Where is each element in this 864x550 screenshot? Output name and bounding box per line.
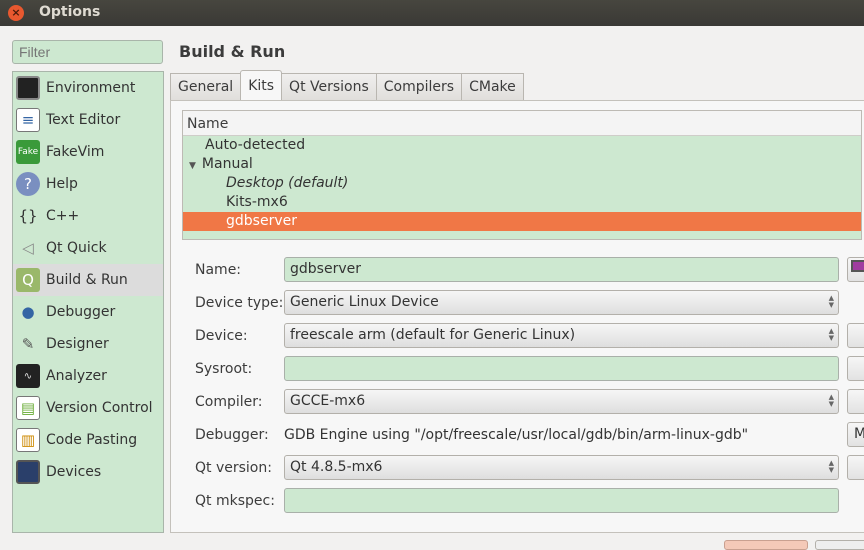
tab-compilers[interactable]: Compilers	[375, 73, 463, 100]
sidebar-item-version-control[interactable]: ▤ Version Control	[13, 392, 163, 424]
tree-item-manual[interactable]: ▼ Manual	[183, 155, 861, 174]
tree-item-kits-mx6[interactable]: Kits-mx6	[183, 193, 861, 212]
device-type-select[interactable]: Generic Linux Device ▲ ▼	[284, 290, 839, 315]
compiler-select[interactable]: GCCE-mx6 ▲ ▼	[284, 389, 839, 414]
name-label: Name:	[195, 262, 242, 278]
sysroot-browse-button[interactable]	[847, 356, 864, 381]
tree-item-auto-detected[interactable]: Auto-detected	[183, 136, 861, 155]
column-header-name[interactable]: Name	[183, 111, 861, 136]
qt-quick-icon: ◁	[22, 239, 34, 257]
sidebar-item-label: Analyzer	[46, 368, 107, 384]
devices-icon	[16, 460, 40, 484]
qt-mkspec-label: Qt mkspec:	[195, 493, 275, 509]
fakevim-icon: Fake	[16, 140, 40, 164]
sidebar-item-label: Build & Run	[46, 272, 128, 288]
compiler-value: GCCE-mx6	[290, 393, 366, 409]
qt-mkspec-input[interactable]	[284, 488, 839, 513]
device-manage-button[interactable]	[847, 323, 864, 348]
sidebar-item-qt-quick[interactable]: ◁ Qt Quick	[13, 232, 163, 264]
sidebar-item-devices[interactable]: Devices	[13, 456, 163, 488]
expand-arrow-icon[interactable]: ▼	[189, 161, 196, 171]
sidebar-item-text-editor[interactable]: ≡ Text Editor	[13, 104, 163, 136]
analyzer-icon: ∿	[16, 364, 40, 388]
sidebar-item-debugger[interactable]: ● Debugger	[13, 296, 163, 328]
sidebar-item-label: Text Editor	[46, 112, 121, 128]
designer-icon: ✎	[21, 335, 35, 353]
sidebar-item-label: Devices	[46, 464, 102, 480]
monitor-icon	[851, 260, 864, 272]
close-icon[interactable]: ×	[8, 5, 24, 21]
debugger-label: Debugger:	[195, 427, 269, 443]
sidebar-item-cpp[interactable]: {} C++	[13, 200, 163, 232]
device-value: freescale arm (default for Generic Linux…	[290, 327, 576, 343]
qt-version-label: Qt version:	[195, 460, 272, 476]
sidebar: Environment ≡ Text Editor Fake FakeVim ? He…	[12, 71, 164, 533]
tab-qt-versions[interactable]: Qt Versions	[281, 73, 377, 100]
help-icon: ?	[16, 172, 40, 196]
tree-item-desktop[interactable]: Desktop (default)	[183, 174, 861, 193]
code-pasting-icon: ▥	[16, 428, 40, 452]
tree-item-label: Manual	[201, 156, 253, 172]
sidebar-item-label: Help	[46, 176, 78, 192]
spinner-arrows-icon: ▲ ▼	[828, 294, 834, 309]
sidebar-item-designer[interactable]: ✎ Designer	[13, 328, 163, 360]
debugger-manage-button[interactable]: M	[847, 422, 864, 447]
sidebar-item-code-pasting[interactable]: ▥ Code Pasting	[13, 424, 163, 456]
sidebar-item-label: Version Control	[46, 400, 153, 416]
sysroot-input[interactable]	[284, 356, 839, 381]
sidebar-item-label: Debugger	[46, 304, 116, 320]
sidebar-item-label: Designer	[46, 336, 109, 352]
device-icon-button[interactable]	[847, 257, 864, 282]
window-title: Options	[39, 4, 101, 20]
tab-general[interactable]: General	[170, 73, 242, 100]
sidebar-item-help[interactable]: ? Help	[13, 168, 163, 200]
sidebar-item-analyzer[interactable]: ∿ Analyzer	[13, 360, 163, 392]
text-editor-icon: ≡	[16, 108, 40, 132]
title-bar: × Options	[0, 0, 864, 26]
qt-version-manage-button[interactable]	[847, 455, 864, 480]
sidebar-item-label: Qt Quick	[46, 240, 107, 256]
sidebar-item-label: C++	[46, 208, 80, 224]
compiler-manage-button[interactable]	[847, 389, 864, 414]
tab-kits[interactable]: Kits	[240, 70, 283, 100]
debugger-icon: ●	[21, 303, 35, 321]
page-title: Build & Run	[179, 42, 286, 61]
tab-bar: General Kits Qt Versions Compilers CMake	[170, 70, 524, 100]
monitor-icon	[16, 76, 40, 100]
sidebar-item-label: Environment	[46, 80, 136, 96]
debugger-value: GDB Engine using "/opt/freescale/usr/loc…	[284, 427, 749, 443]
sidebar-item-build-run[interactable]: Q Build & Run	[13, 264, 163, 296]
spinner-arrows-icon: ▲ ▼	[828, 327, 834, 342]
device-type-value: Generic Linux Device	[290, 294, 439, 310]
device-label: Device:	[195, 328, 248, 344]
qt-version-value: Qt 4.8.5-mx6	[290, 459, 383, 475]
device-select[interactable]: freescale arm (default for Generic Linux…	[284, 323, 839, 348]
sidebar-item-label: Code Pasting	[46, 432, 138, 448]
sidebar-item-fakevim[interactable]: Fake FakeVim	[13, 136, 163, 168]
name-input[interactable]: gdbserver	[284, 257, 839, 282]
sysroot-label: Sysroot:	[195, 361, 253, 377]
filter-input[interactable]	[12, 40, 163, 64]
sidebar-item-label: FakeVim	[46, 144, 105, 160]
device-type-label: Device type:	[195, 295, 284, 311]
build-run-icon: Q	[16, 268, 40, 292]
compiler-label: Compiler:	[195, 394, 263, 410]
sidebar-item-environment[interactable]: Environment	[13, 72, 163, 104]
braces-icon: {}	[18, 207, 38, 225]
spinner-arrows-icon: ▲ ▼	[828, 393, 834, 408]
qt-version-select[interactable]: Qt 4.8.5-mx6 ▲ ▼	[284, 455, 839, 480]
tree-item-gdbserver[interactable]: gdbserver	[183, 212, 861, 231]
tab-cmake[interactable]: CMake	[461, 73, 524, 100]
kits-tree: Name Auto-detected ▼ Manual Desktop (defa…	[182, 110, 862, 240]
spinner-arrows-icon: ▲ ▼	[828, 459, 834, 474]
version-control-icon: ▤	[16, 396, 40, 420]
